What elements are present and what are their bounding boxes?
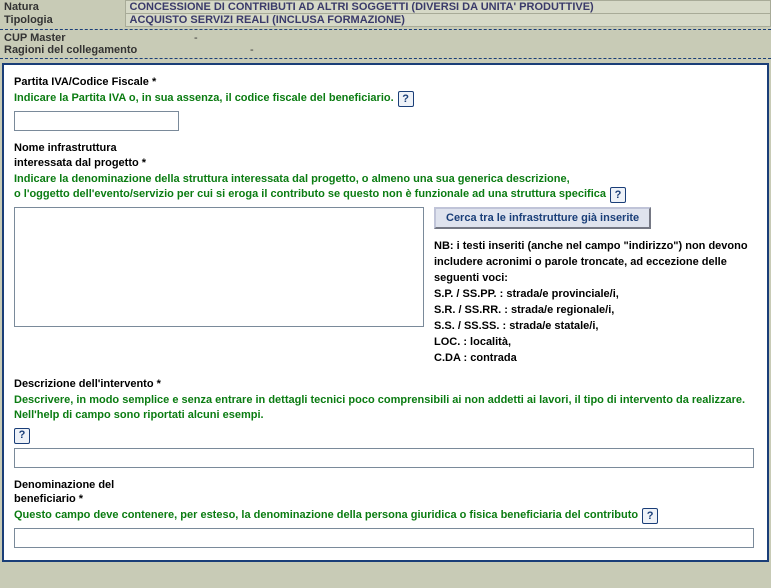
nb-l4: LOC. : località,: [434, 336, 511, 348]
nb-l5: C.DA : contrada: [434, 352, 517, 364]
help-icon[interactable]: ?: [642, 508, 658, 524]
descr-label: Descrizione dell'intervento *: [14, 377, 759, 391]
natura-label: Natura: [0, 1, 125, 14]
nb-intro: NB: i testi inseriti (anche nel campo "i…: [434, 240, 748, 284]
piva-hint: Indicare la Partita IVA o, in sua assenz…: [14, 91, 394, 106]
descr-hint: Descrivere, in modo semplice e senza ent…: [14, 393, 759, 424]
cup-master-value: -: [190, 32, 771, 44]
piva-hint-row: Indicare la Partita IVA o, in sua assenz…: [14, 91, 759, 107]
natura-value: CONCESSIONE DI CONTRIBUTI AD ALTRI SOGGE…: [125, 1, 771, 14]
divider: [0, 58, 771, 59]
header-table: Natura CONCESSIONE DI CONTRIBUTI AD ALTR…: [0, 0, 771, 27]
nb-l2: S.R. / SS.RR. : strada/e regionale/i,: [434, 304, 614, 316]
nb-l1: S.P. / SS.PP. : strada/e provinciale/i,: [434, 288, 619, 300]
search-infra-button[interactable]: Cerca tra le infrastrutture già inserite: [434, 207, 651, 229]
divider: [0, 29, 771, 30]
ragioni-value: -: [190, 44, 771, 56]
descr-hint-row: Descrivere, in modo semplice e senza ent…: [14, 393, 759, 444]
help-icon[interactable]: ?: [14, 428, 30, 444]
piva-label: Partita IVA/Codice Fiscale *: [14, 75, 759, 89]
benef-label-line1: Denominazione del: [14, 479, 114, 491]
nb-l3: S.S. / SS.SS. : strada/e statale/i,: [434, 320, 598, 332]
infra-hint-line1: Indicare la denominazione della struttur…: [14, 173, 570, 185]
benef-hint-row: Questo campo deve contenere, per esteso,…: [14, 508, 759, 524]
help-icon[interactable]: ?: [610, 187, 626, 203]
infra-hint: Indicare la denominazione della struttur…: [14, 172, 759, 203]
piva-input[interactable]: [14, 111, 179, 131]
tipologia-label: Tipologia: [0, 14, 125, 27]
benef-label: Denominazione del beneficiario *: [14, 478, 759, 507]
infra-label-line2: interessata dal progetto *: [14, 157, 146, 169]
cup-table: CUP Master - Ragioni del collegamento -: [0, 32, 771, 56]
cup-master-label: CUP Master: [0, 32, 190, 44]
infra-label: Nome infrastruttura interessata dal prog…: [14, 141, 759, 170]
help-icon[interactable]: ?: [398, 91, 414, 107]
ragioni-label: Ragioni del collegamento: [0, 44, 190, 56]
descr-input[interactable]: [14, 448, 754, 468]
form-panel: Partita IVA/Codice Fiscale * Indicare la…: [2, 63, 769, 562]
benef-input[interactable]: [14, 528, 754, 548]
nb-block: NB: i testi inseriti (anche nel campo "i…: [434, 239, 759, 367]
infra-label-line1: Nome infrastruttura: [14, 142, 117, 154]
infra-textarea[interactable]: [14, 207, 424, 327]
infra-hint-line2: o l'oggetto dell'evento/servizio per cui…: [14, 187, 606, 202]
tipologia-value: ACQUISTO SERVIZI REALI (INCLUSA FORMAZIO…: [125, 14, 771, 27]
benef-hint: Questo campo deve contenere, per esteso,…: [14, 508, 638, 523]
benef-label-line2: beneficiario *: [14, 493, 83, 505]
